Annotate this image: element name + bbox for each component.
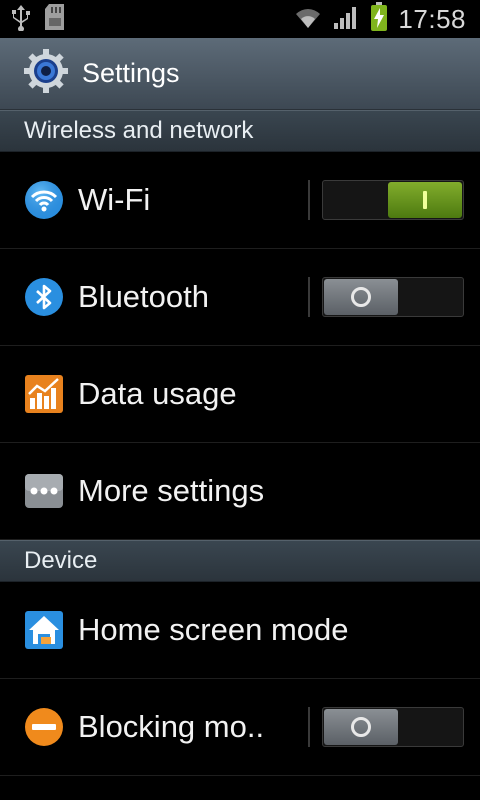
toggle-knob	[324, 279, 398, 315]
cell-signal-icon	[332, 3, 360, 36]
status-bar: 17:58	[0, 0, 480, 38]
more-settings-label: More settings	[78, 473, 265, 508]
divider	[308, 707, 310, 747]
sd-card-icon	[42, 2, 68, 37]
home-screen-mode-label: Home screen mode	[78, 612, 349, 647]
divider	[308, 277, 310, 317]
home-screen-icon	[24, 610, 64, 650]
settings-item-wifi[interactable]: Wi-Fi	[0, 152, 480, 249]
settings-item-more-settings[interactable]: More settings	[0, 443, 480, 540]
settings-item-bluetooth[interactable]: Bluetooth	[0, 249, 480, 346]
status-time: 17:58	[398, 3, 466, 34]
bluetooth-label: Bluetooth	[78, 279, 209, 314]
action-bar: Settings	[0, 38, 480, 110]
divider	[308, 180, 310, 220]
settings-gear-icon	[22, 47, 70, 100]
wifi-icon	[24, 180, 64, 220]
blocking-mode-icon	[24, 707, 64, 747]
toggle-knob	[388, 182, 462, 218]
section-header-device: Device	[0, 540, 480, 582]
blocking-mode-toggle[interactable]	[322, 707, 464, 747]
bluetooth-icon	[24, 277, 64, 317]
wifi-signal-icon	[294, 4, 322, 35]
page-title: Settings	[82, 58, 180, 88]
blocking-mode-label: Blocking mo..	[78, 709, 265, 744]
data-usage-label: Data usage	[78, 376, 237, 411]
settings-item-home-screen-mode[interactable]: Home screen mode	[0, 582, 480, 679]
more-settings-icon	[24, 471, 64, 511]
bluetooth-toggle[interactable]	[322, 277, 464, 317]
toggle-knob	[324, 709, 398, 745]
data-usage-icon	[24, 374, 64, 414]
wifi-label: Wi-Fi	[78, 182, 151, 217]
settings-item-data-usage[interactable]: Data usage	[0, 346, 480, 443]
usb-icon	[10, 3, 32, 36]
settings-item-blocking-mode[interactable]: Blocking mo..	[0, 679, 480, 776]
wifi-toggle[interactable]	[322, 180, 464, 220]
section-header-wireless: Wireless and network	[0, 110, 480, 152]
battery-charging-icon	[370, 1, 388, 37]
